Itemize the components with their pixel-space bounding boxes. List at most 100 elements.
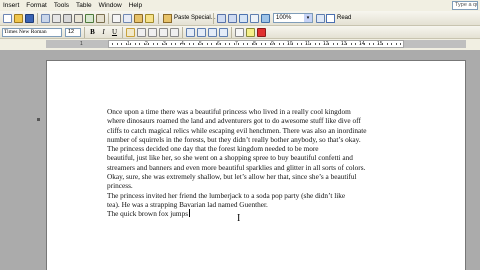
text-cursor bbox=[189, 209, 191, 218]
book-icon bbox=[326, 14, 335, 23]
increase-indent-icon[interactable] bbox=[219, 28, 228, 37]
ruler-tick bbox=[157, 43, 158, 45]
ruler-tick bbox=[391, 43, 392, 45]
ruler-tick bbox=[117, 43, 118, 45]
italic-button[interactable]: I bbox=[99, 28, 108, 37]
cut-icon[interactable] bbox=[112, 14, 121, 23]
table-icon[interactable] bbox=[250, 14, 259, 23]
horizontal-ruler[interactable]: 1 1 2 3 4 5 6 7 8 9 10 11 12 13 14 15 bbox=[0, 39, 480, 50]
toolbar-separator bbox=[122, 27, 123, 38]
font-size-select[interactable]: 12 bbox=[65, 28, 81, 37]
line-spacing-icon[interactable] bbox=[170, 28, 179, 37]
highlight-icon[interactable] bbox=[246, 28, 255, 37]
ruler-tick bbox=[310, 43, 311, 45]
font-name-select[interactable]: Times New Roman bbox=[2, 28, 62, 37]
read-button[interactable]: Read bbox=[326, 13, 351, 24]
document-line: Once upon a time there was a beautiful p… bbox=[107, 107, 351, 116]
research-icon[interactable] bbox=[96, 14, 105, 23]
ruler-tick bbox=[252, 43, 253, 45]
document-line: beautiful, just like her, so she went on… bbox=[107, 153, 353, 163]
bold-button[interactable]: B bbox=[88, 28, 97, 37]
zoom-select[interactable]: 100% ▾ bbox=[273, 13, 313, 23]
ruler-tick bbox=[225, 43, 226, 45]
document-line: where dinosaurs roamed the land and adve… bbox=[107, 116, 361, 126]
document-line-current: The quick brown fox jumps bbox=[107, 209, 409, 218]
ruler-tick bbox=[202, 43, 203, 45]
ruler-tick bbox=[238, 43, 239, 45]
document-line: cliffs to catch magical relics while esc… bbox=[107, 125, 367, 135]
ruler-tick bbox=[292, 43, 293, 45]
format-painter-icon[interactable] bbox=[145, 14, 154, 23]
ruler-tick bbox=[301, 43, 302, 45]
save-icon[interactable] bbox=[25, 14, 34, 23]
ruler-tick bbox=[243, 43, 244, 45]
toolbar-separator bbox=[108, 13, 109, 24]
read-label: Read bbox=[337, 15, 352, 21]
paste-special-button[interactable]: Paste Special... bbox=[163, 13, 216, 24]
selection-margin-mark bbox=[37, 118, 40, 121]
new-document-icon[interactable] bbox=[3, 14, 12, 23]
ruler-tick bbox=[220, 43, 221, 45]
ruler-tick bbox=[130, 43, 131, 45]
document-line: number of squirrels in the forests, but … bbox=[107, 134, 361, 144]
menu-help[interactable]: Help bbox=[126, 0, 146, 11]
print-preview-icon[interactable] bbox=[74, 14, 83, 23]
ruler-left-margin bbox=[46, 40, 108, 48]
numbering-icon[interactable] bbox=[186, 28, 195, 37]
zoom-value: 100% bbox=[276, 15, 292, 21]
drawing-icon[interactable] bbox=[261, 14, 270, 23]
permission-icon[interactable] bbox=[41, 14, 50, 23]
ruler-tick bbox=[198, 43, 199, 45]
ruler-tick bbox=[297, 43, 298, 45]
border-icon[interactable] bbox=[235, 28, 244, 37]
ruler-right-margin bbox=[404, 40, 466, 48]
toolbar-separator bbox=[158, 13, 159, 24]
align-left-icon[interactable] bbox=[126, 28, 135, 37]
ruler-tick bbox=[265, 43, 266, 45]
align-center-icon[interactable] bbox=[137, 28, 146, 37]
decrease-indent-icon[interactable] bbox=[208, 28, 217, 37]
menu-insert[interactable]: Insert bbox=[0, 0, 23, 11]
paste-icon[interactable] bbox=[134, 14, 143, 23]
menu-window[interactable]: Window bbox=[96, 0, 126, 11]
help-search-input[interactable]: Type a question bbox=[452, 1, 478, 10]
open-folder-icon[interactable] bbox=[14, 14, 23, 23]
copy-icon[interactable] bbox=[123, 14, 132, 23]
ruler-tick bbox=[148, 43, 149, 45]
ruler-tick bbox=[256, 43, 257, 45]
ruler-tick bbox=[378, 43, 379, 45]
spelling-icon[interactable] bbox=[85, 14, 94, 23]
help-icon[interactable] bbox=[316, 14, 325, 23]
align-right-icon[interactable] bbox=[148, 28, 157, 37]
ruler-tick bbox=[364, 43, 365, 45]
justify-icon[interactable] bbox=[159, 28, 168, 37]
ruler-tick bbox=[171, 43, 172, 45]
formatting-toolbar: Times New Roman 12 B I U bbox=[0, 26, 480, 39]
email-icon[interactable] bbox=[52, 14, 61, 23]
document-body[interactable]: Once upon a time there was a beautiful p… bbox=[107, 107, 409, 219]
ruler-tick bbox=[211, 43, 212, 45]
toolbar-separator bbox=[182, 27, 183, 38]
print-icon[interactable] bbox=[63, 14, 72, 23]
chevron-down-icon[interactable]: ▾ bbox=[304, 14, 312, 22]
ruler-tick bbox=[360, 43, 361, 45]
font-color-icon[interactable] bbox=[257, 28, 266, 37]
ruler-tick bbox=[342, 43, 343, 45]
ruler-tick bbox=[207, 43, 208, 45]
ruler-tick bbox=[274, 43, 275, 45]
bullets-icon[interactable] bbox=[197, 28, 206, 37]
ruler-tick bbox=[346, 43, 347, 45]
ruler-tick bbox=[135, 43, 136, 45]
hyperlink-icon[interactable] bbox=[239, 14, 248, 23]
undo-icon[interactable] bbox=[217, 14, 226, 23]
menu-table[interactable]: Table bbox=[73, 0, 96, 11]
redo-icon[interactable] bbox=[228, 14, 237, 23]
underline-button[interactable]: U bbox=[110, 28, 119, 37]
ruler-tick bbox=[400, 43, 401, 45]
ruler-number: 1 bbox=[80, 41, 83, 47]
menu-format[interactable]: Format bbox=[23, 0, 51, 11]
ruler-tick bbox=[166, 43, 167, 45]
menu-tools[interactable]: Tools bbox=[51, 0, 73, 11]
ruler-tick bbox=[324, 43, 325, 45]
toolbar-separator bbox=[213, 13, 214, 24]
